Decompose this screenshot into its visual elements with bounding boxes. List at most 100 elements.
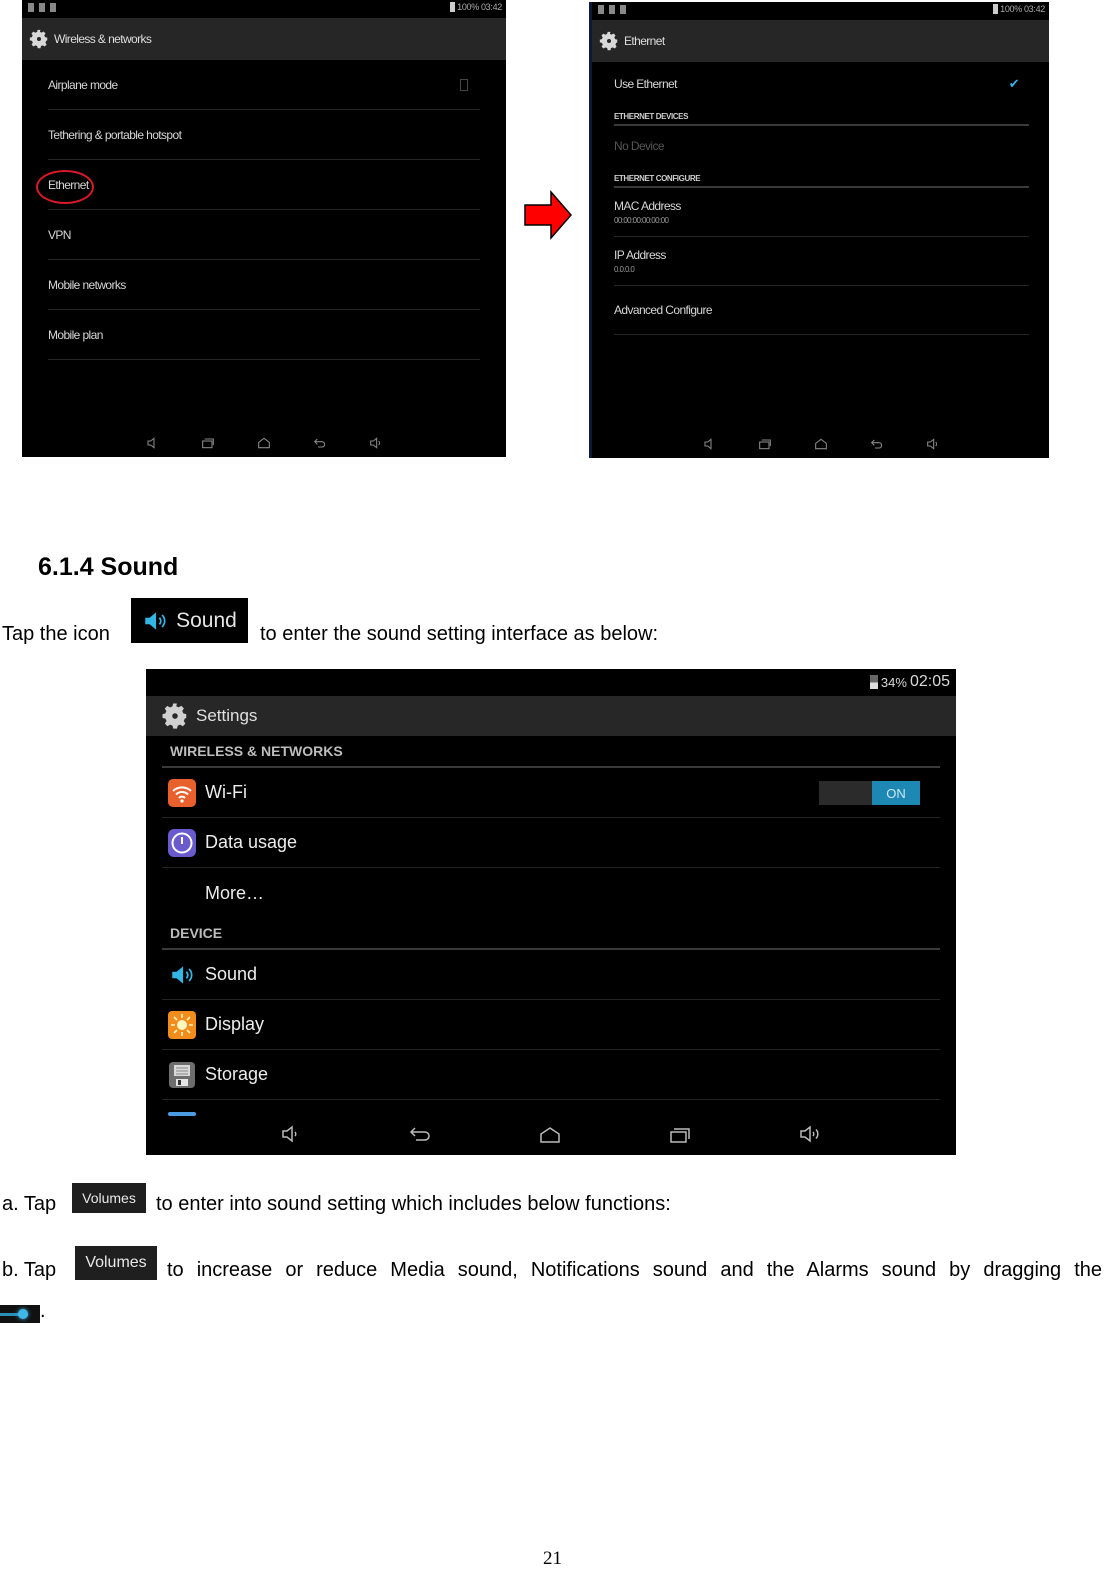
recents-icon[interactable]	[199, 435, 217, 451]
screen-title: Settings	[196, 706, 258, 725]
list-item-airplane-mode[interactable]: Airplane mode	[48, 60, 480, 110]
screen-title: Ethernet	[624, 34, 665, 48]
list-item-wifi[interactable]: Wi-Fi ON	[162, 768, 940, 818]
ethernet-settings-list: Use Ethernet ✔ ETHERNET DEVICES No Devic…	[614, 64, 1029, 335]
item-label: Tethering & portable hotspot	[48, 127, 182, 142]
toggle-state: ON	[872, 781, 920, 805]
next-item-icon-peek	[168, 1112, 196, 1116]
item-label: Mobile plan	[48, 327, 103, 342]
volume-up-icon[interactable]	[796, 1122, 824, 1146]
home-icon[interactable]	[536, 1122, 564, 1146]
step-a-suffix: to enter into sound setting which includ…	[156, 1193, 671, 1215]
list-item-data-usage[interactable]: Data usage	[162, 818, 940, 868]
list-item-mobile-networks[interactable]: Mobile networks	[48, 260, 480, 310]
battery-icon	[450, 2, 456, 12]
status-bar: 34% 02:05	[146, 669, 956, 696]
list-item-more[interactable]: More…	[162, 868, 940, 918]
checkbox[interactable]	[460, 78, 468, 91]
slider-thumb-icon	[0, 1305, 40, 1323]
action-bar: Settings	[146, 696, 956, 736]
status-bar: 100% 03:42	[592, 2, 1049, 20]
list-item-mobile-plan[interactable]: Mobile plan	[48, 310, 480, 360]
recents-icon[interactable]	[756, 436, 774, 452]
notification-icons	[598, 5, 626, 14]
page-number: 21	[543, 1548, 562, 1569]
sound-label: Sound	[176, 608, 237, 632]
list-item-vpn[interactable]: VPN	[48, 210, 480, 260]
settings-gear-icon	[162, 703, 187, 729]
clock: 03:42	[1023, 4, 1045, 14]
ip-address-row: IP Address 0.0.0.0	[614, 237, 1029, 286]
nav-bar	[22, 435, 506, 451]
period: .	[40, 1300, 46, 1322]
step-a-text: a. Tap	[2, 1193, 56, 1216]
list-item-display[interactable]: Display	[162, 1000, 940, 1050]
section-heading: 6.1.4 Sound	[38, 553, 179, 581]
volume-down-icon[interactable]	[143, 435, 161, 451]
status-bar: 100% 03:42	[22, 0, 506, 18]
intro-text-after: to enter the sound setting interface as …	[260, 623, 659, 645]
intro-before: Tap the icon	[2, 623, 110, 645]
item-label: Storage	[205, 1064, 269, 1084]
clock: 02:05	[909, 673, 950, 690]
advanced-configure-row[interactable]: Advanced Configure	[614, 286, 1029, 335]
category-wireless-networks: WIRELESS & NETWORKS	[162, 736, 940, 768]
volume-down-icon[interactable]	[276, 1122, 304, 1146]
volume-up-icon[interactable]	[367, 435, 385, 451]
volumes-button: Volumes	[72, 1183, 146, 1213]
settings-list: Airplane mode Tethering & portable hotsp…	[36, 60, 480, 360]
notification-icons	[28, 3, 56, 12]
right-arrow-icon	[524, 190, 572, 240]
sound-icon-inline: Sound	[131, 598, 248, 643]
intro-text: Tap the icon	[2, 623, 110, 646]
step-b-end: .	[0, 1300, 46, 1323]
list-item-ethernet[interactable]: Ethernet	[36, 160, 480, 210]
back-icon[interactable]	[406, 1122, 434, 1146]
back-icon[interactable]	[311, 435, 329, 451]
battery-icon	[869, 675, 878, 689]
speaker-icon	[168, 961, 196, 989]
data-usage-icon	[168, 828, 196, 857]
settings-gear-icon	[599, 31, 618, 51]
volume-down-icon[interactable]	[700, 436, 718, 452]
ethernet-devices-header: ETHERNET DEVICES	[614, 104, 1029, 126]
volumes-button: Volumes	[75, 1246, 157, 1280]
list-item-storage[interactable]: Storage	[162, 1050, 940, 1100]
list-item-sound[interactable]: Sound	[162, 950, 940, 1000]
item-label: Display	[205, 1014, 265, 1034]
battery-percent: 34%	[880, 674, 907, 690]
list-item-tethering[interactable]: Tethering & portable hotspot	[48, 110, 480, 160]
item-label: IP Address	[614, 248, 666, 262]
item-label: Data usage	[205, 832, 298, 852]
home-icon[interactable]	[812, 436, 830, 452]
settings-screenshot: 34% 02:05 Settings WIRELESS & NETWORKS W…	[146, 669, 956, 1155]
item-label: VPN	[48, 227, 71, 242]
no-device-row: No Device	[614, 126, 1029, 166]
step-b-prefix: b. Tap	[2, 1259, 57, 1281]
item-label: Wi-Fi	[205, 782, 247, 802]
speaker-icon	[145, 611, 166, 630]
storage-icon	[168, 1061, 196, 1089]
wifi-toggle[interactable]: ON	[819, 781, 920, 805]
item-label: Advanced Configure	[614, 303, 713, 317]
wifi-icon	[168, 778, 196, 807]
action-bar: Wireless & networks	[22, 18, 506, 60]
step-a-prefix: a. Tap	[2, 1193, 57, 1215]
volume-up-icon[interactable]	[924, 436, 942, 452]
checkmark-icon[interactable]: ✔	[1009, 76, 1020, 92]
use-ethernet-row[interactable]: Use Ethernet ✔	[614, 64, 1029, 104]
battery-percent: 100%	[457, 2, 479, 12]
recents-icon[interactable]	[666, 1122, 694, 1146]
item-label: Sound	[205, 964, 258, 984]
category-device: DEVICE	[162, 918, 940, 950]
back-icon[interactable]	[868, 436, 886, 452]
battery-percent: 100%	[1000, 4, 1022, 14]
nav-bar	[146, 1122, 956, 1150]
nav-bar	[592, 436, 1049, 452]
home-icon[interactable]	[255, 435, 273, 451]
mac-address-value: 00:00:00:00:00:00	[614, 216, 669, 225]
wireless-networks-screenshot: 100% 03:42 Wireless & networks Airplane …	[22, 0, 506, 457]
ethernet-configure-header: ETHERNET CONFIGURE	[614, 166, 1029, 188]
battery-icon	[993, 4, 999, 14]
item-label: No Device	[614, 139, 665, 153]
